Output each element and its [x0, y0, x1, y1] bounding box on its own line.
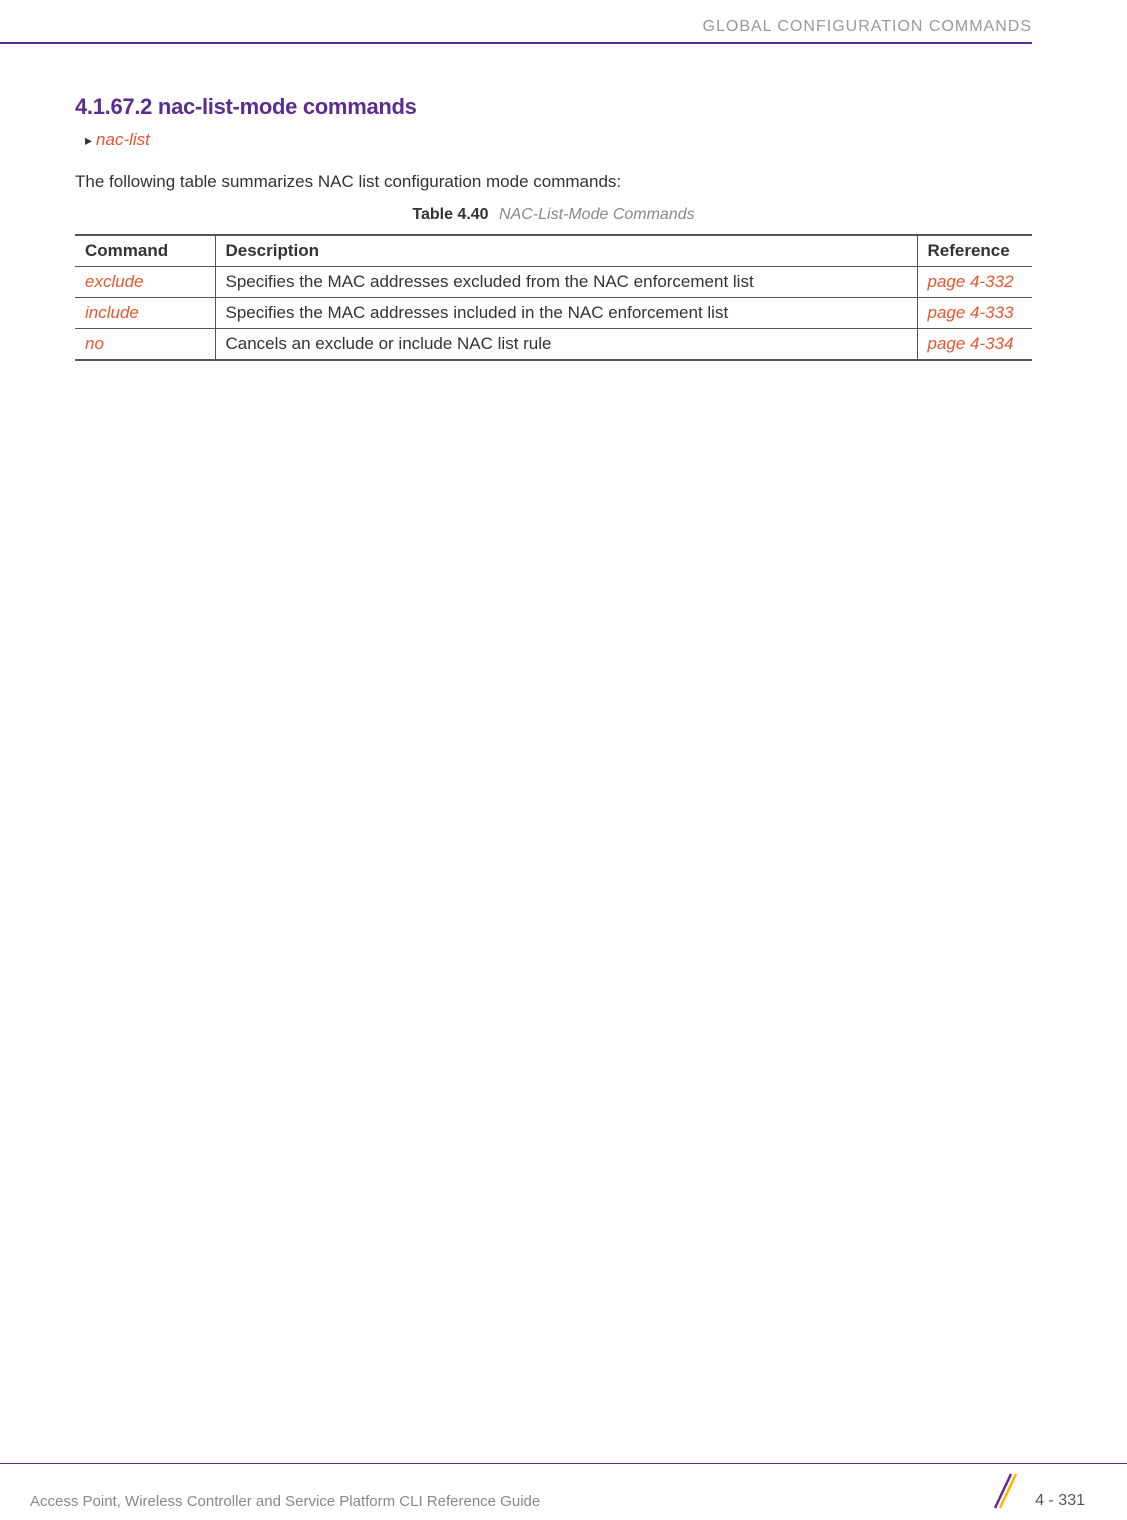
footer-content: Access Point, Wireless Controller and Se… [0, 1482, 1127, 1520]
th-description: Description [215, 235, 917, 267]
slash-icon [989, 1472, 1017, 1510]
table-header-row: Command Description Reference [75, 235, 1032, 267]
page-header: GLOBAL CONFIGURATION COMMANDS [0, 0, 1127, 44]
cmd-name-link[interactable]: no [75, 329, 215, 361]
cmd-description: Cancels an exclude or include NAC list r… [215, 329, 917, 361]
cmd-reference-link[interactable]: page 4-334 [917, 329, 1032, 361]
table-row: include Specifies the MAC addresses incl… [75, 298, 1032, 329]
table-caption-title: NAC-List-Mode Commands [499, 206, 695, 223]
th-command: Command [75, 235, 215, 267]
footer-right: 4 - 331 [989, 1482, 1127, 1520]
breadcrumb-link[interactable]: nac-list [96, 130, 150, 150]
intro-paragraph: The following table summarizes NAC list … [75, 172, 1032, 192]
cmd-description: Specifies the MAC addresses included in … [215, 298, 917, 329]
breadcrumb: ▸ nac-list [75, 130, 1032, 150]
footer-guide-title: Access Point, Wireless Controller and Se… [30, 1493, 540, 1510]
commands-table: Command Description Reference exclude Sp… [75, 234, 1032, 361]
cmd-reference-link[interactable]: page 4-333 [917, 298, 1032, 329]
table-caption-label: Table 4.40 [412, 206, 488, 223]
section-heading: 4.1.67.2 nac-list-mode commands [75, 94, 1032, 120]
cmd-description: Specifies the MAC addresses excluded fro… [215, 267, 917, 298]
cmd-reference-link[interactable]: page 4-332 [917, 267, 1032, 298]
footer-divider [0, 1463, 1127, 1464]
cmd-name-link[interactable]: include [75, 298, 215, 329]
cmd-name-link[interactable]: exclude [75, 267, 215, 298]
th-reference: Reference [917, 235, 1032, 267]
table-caption: Table 4.40 NAC-List-Mode Commands [75, 206, 1032, 224]
triangle-right-icon: ▸ [85, 132, 92, 149]
footer-page-number: 4 - 331 [1035, 1492, 1085, 1510]
header-title: GLOBAL CONFIGURATION COMMANDS [0, 18, 1032, 36]
main-content: 4.1.67.2 nac-list-mode commands ▸ nac-li… [0, 44, 1127, 361]
page-footer: Access Point, Wireless Controller and Se… [0, 1463, 1127, 1515]
table-row: exclude Specifies the MAC addresses excl… [75, 267, 1032, 298]
table-row: no Cancels an exclude or include NAC lis… [75, 329, 1032, 361]
